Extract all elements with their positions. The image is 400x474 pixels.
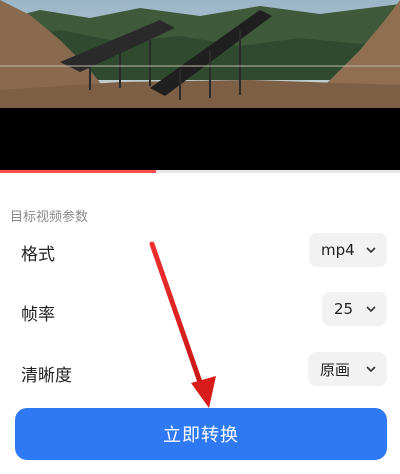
video-frame-image xyxy=(0,0,400,108)
resolution-select[interactable]: 原画 xyxy=(308,352,387,386)
video-letterbox xyxy=(0,108,400,170)
format-select[interactable]: mp4 xyxy=(309,233,387,267)
convert-now-button[interactable]: 立即转换 xyxy=(15,408,387,460)
convert-now-label: 立即转换 xyxy=(163,425,239,446)
frame-rate-value: 25 xyxy=(334,300,354,318)
chevron-down-icon xyxy=(366,247,376,254)
resolution-label: 清晰度 xyxy=(21,366,72,386)
format-value: mp4 xyxy=(321,241,355,259)
frame-rate-label: 帧率 xyxy=(21,305,55,325)
video-progress-bar[interactable] xyxy=(0,170,400,173)
resolution-value: 原画 xyxy=(320,360,351,379)
frame-rate-select[interactable]: 25 xyxy=(322,292,387,326)
video-progress-fill xyxy=(0,170,156,173)
format-label: 格式 xyxy=(21,245,55,265)
section-title: 目标视频参数 xyxy=(10,210,89,225)
chevron-down-icon xyxy=(366,306,376,313)
video-preview[interactable] xyxy=(0,0,400,108)
chevron-down-icon xyxy=(366,366,376,373)
